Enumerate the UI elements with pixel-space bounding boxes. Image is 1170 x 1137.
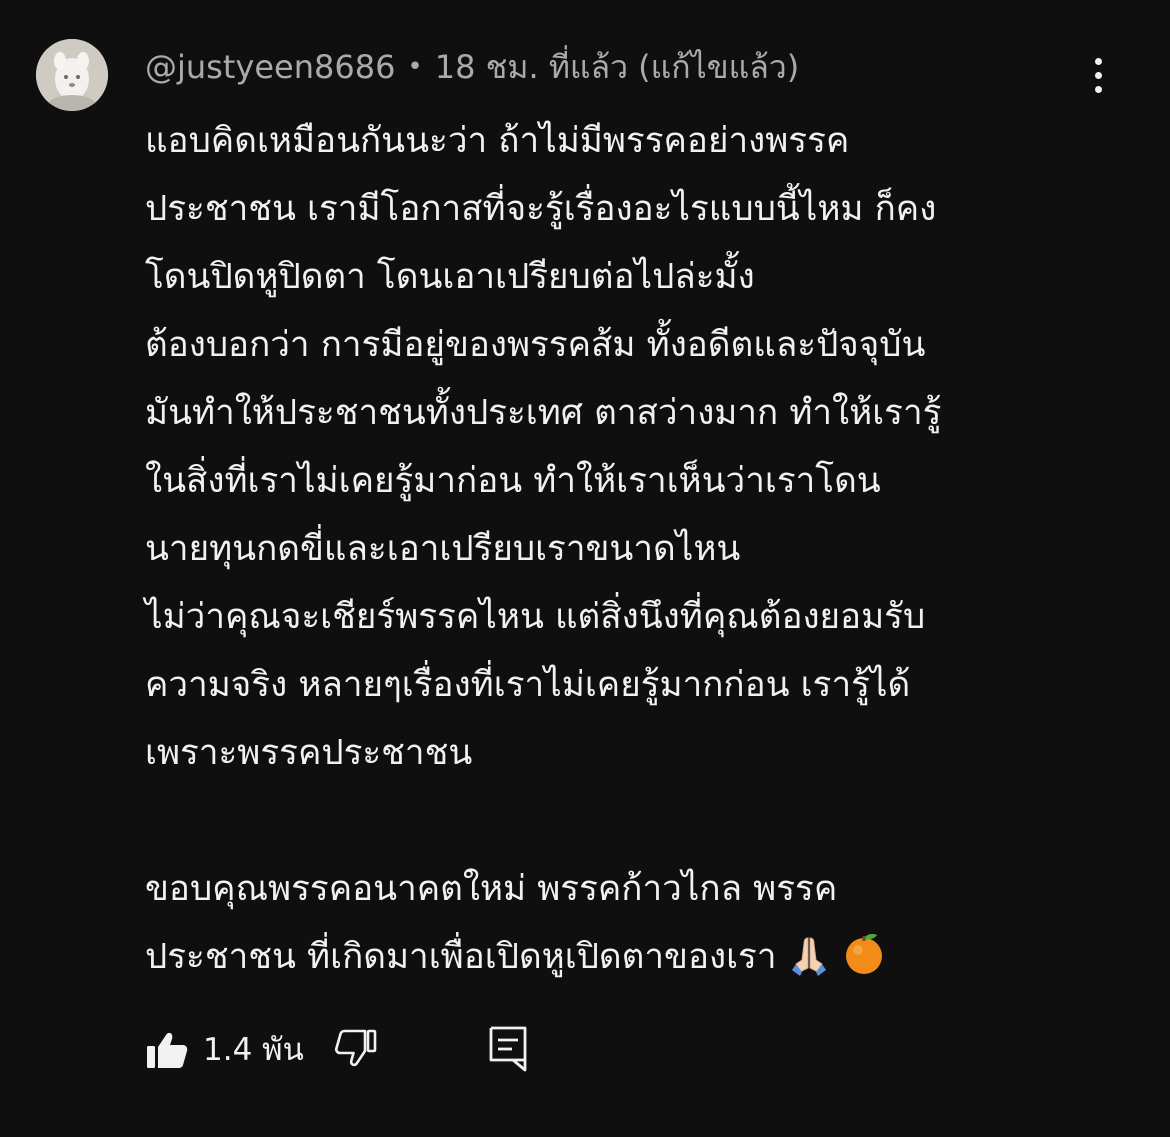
timestamp[interactable]: 18 ชม. ที่แล้ว	[435, 42, 628, 93]
orange-emoji	[841, 930, 887, 999]
comment-line-text: ประชาชน ที่เกิดมาเพื่อเปิดหูเปิดตาของเรา	[145, 937, 777, 977]
folded-hands-emoji	[787, 931, 831, 999]
more-vertical-icon-dot	[1094, 71, 1102, 79]
thumbs-down-icon	[334, 1029, 377, 1067]
avatar-image	[36, 39, 108, 111]
comment-line: ประชาชน เรามีโอกาสที่จะรู้เรื่องอะไรแบบน…	[145, 189, 937, 229]
edited-label: (แก้ไขแล้ว)	[638, 47, 800, 86]
comment-line: มันทำให้ประชาชนทั้งประเทศ ตาสว่างมาก ทำใ…	[145, 393, 942, 433]
like-button[interactable]: 1.4 พัน	[145, 1024, 304, 1074]
comment-line: ไม่ว่าคุณจะเชียร์พรรคไหน แต่สิ่งนึงที่คุ…	[145, 597, 926, 637]
comment-text: แอบคิดเหมือนกันนะว่า ถ้าไม่มีพรรคอย่างพร…	[145, 107, 1135, 991]
dislike-button[interactable]	[334, 1027, 378, 1071]
comment-line: โดนปิดหูปิดตา โดนเอาเปรียบต่อไปล่ะมั้ง	[145, 257, 755, 297]
comment-actions: 1.4 พัน	[145, 1020, 530, 1078]
comment-line: แอบคิดเหมือนกันนะว่า ถ้าไม่มีพรรคอย่างพร…	[145, 121, 850, 161]
like-count: 1.4 พัน	[203, 1032, 304, 1068]
comment-line: ความจริง หลายๆเรื่องที่เราไม่เคยรู้มากก่…	[145, 665, 911, 705]
separator-dot: •	[407, 52, 423, 82]
reply-button[interactable]	[486, 1024, 530, 1074]
author-handle[interactable]: @justyeen8686	[145, 48, 395, 86]
more-options-button[interactable]	[1078, 50, 1118, 100]
reply-icon	[489, 1026, 527, 1072]
avatar[interactable]	[36, 39, 108, 111]
more-vertical-icon-dot	[1094, 85, 1102, 93]
comment-line: เพราะพรรคประชาชน	[145, 733, 473, 773]
comment-header: @justyeen8686 • 18 ชม. ที่แล้ว (แก้ไขแล้…	[145, 44, 799, 90]
more-vertical-icon	[1094, 57, 1102, 65]
comment-line: ในสิ่งที่เราไม่เคยรู้มาก่อน ทำให้เราเห็น…	[145, 461, 881, 501]
comment-line: นายทุนกดขี่และเอาเปรียบเราขนาดไหน	[145, 529, 741, 569]
comment-line-last: ประชาชน ที่เกิดมาเพื่อเปิดหูเปิดตาของเรา	[145, 923, 1135, 991]
comment-line: ต้องบอกว่า การมีอยู่ของพรรคส้ม ทั้งอดีตแ…	[145, 325, 926, 365]
thumbs-up-icon	[147, 1032, 188, 1068]
comment-card: @justyeen8686 • 18 ชม. ที่แล้ว (แก้ไขแล้…	[0, 0, 1170, 1137]
comment-line: ขอบคุณพรรคอนาคตใหม่ พรรคก้าวไกล พรรค	[145, 869, 838, 909]
paragraph-break	[145, 787, 1135, 855]
